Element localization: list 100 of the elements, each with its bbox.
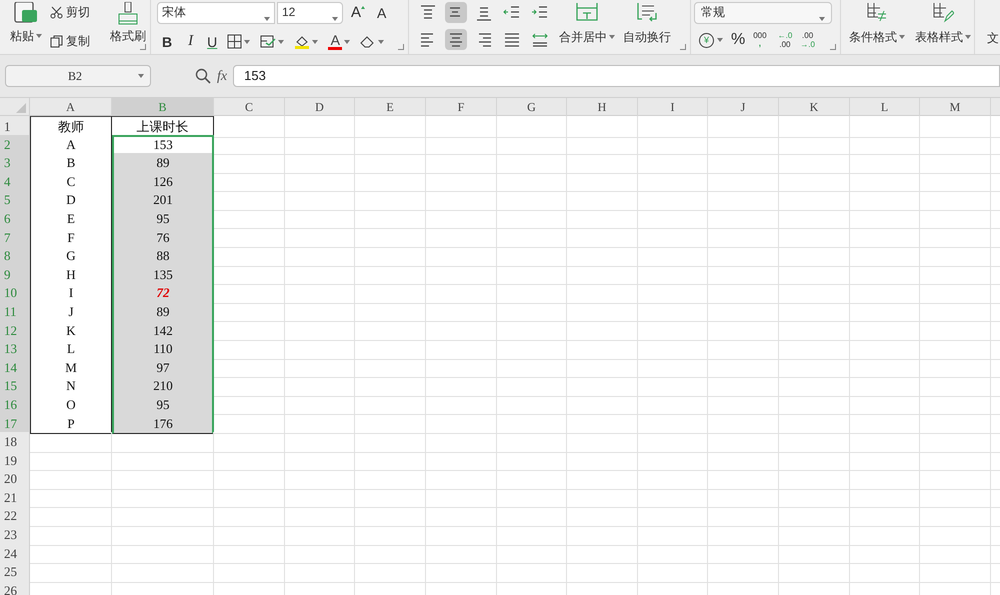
row-header[interactable]: 18 bbox=[0, 432, 30, 453]
empty-cell bbox=[285, 562, 355, 583]
name-box[interactable]: B2 bbox=[5, 65, 151, 87]
column-header[interactable]: K bbox=[779, 98, 850, 116]
empty-cell bbox=[567, 488, 638, 508]
column-header[interactable]: I bbox=[638, 98, 708, 116]
empty-cell bbox=[567, 394, 638, 416]
align-center-icon bbox=[447, 30, 465, 48]
empty-cell bbox=[355, 208, 426, 230]
font-size-select[interactable]: 12 bbox=[277, 2, 343, 24]
dialog-launcher-icon[interactable] bbox=[140, 44, 146, 50]
table-cell: D bbox=[30, 190, 112, 211]
column-header[interactable]: G bbox=[497, 98, 567, 116]
ribbon-button-label[interactable]: 文 bbox=[987, 29, 999, 47]
fill-color-button[interactable] bbox=[294, 34, 318, 50]
bold-button[interactable]: B bbox=[162, 34, 172, 48]
zoom-search-icon[interactable] bbox=[195, 68, 211, 84]
empty-cell bbox=[285, 414, 355, 434]
caret-icon bbox=[312, 40, 318, 44]
empty-cell bbox=[638, 469, 708, 490]
column-header[interactable]: M bbox=[920, 98, 991, 116]
table-cell: 88 bbox=[112, 246, 214, 267]
empty-cell bbox=[708, 469, 779, 490]
format-painter-button[interactable]: 格式刷 bbox=[110, 0, 146, 54]
empty-cell bbox=[355, 302, 426, 322]
column-header[interactable]: H bbox=[567, 98, 638, 116]
empty-cell bbox=[426, 246, 497, 267]
row-header[interactable]: 23 bbox=[0, 525, 30, 546]
empty-cell bbox=[779, 469, 850, 490]
borders-button[interactable] bbox=[227, 34, 250, 49]
align-middle-button[interactable] bbox=[445, 2, 467, 23]
grow-font-button[interactable]: A bbox=[351, 4, 366, 22]
italic-button[interactable]: I bbox=[188, 34, 194, 49]
empty-cell bbox=[285, 488, 355, 508]
row-header[interactable]: 20 bbox=[0, 469, 30, 490]
empty-cell bbox=[850, 264, 920, 286]
thousands-button[interactable]: 000 , bbox=[753, 32, 767, 48]
align-center-button[interactable] bbox=[445, 29, 467, 50]
conditional-format-button[interactable]: 条件格式 bbox=[849, 0, 905, 54]
empty-cell bbox=[850, 376, 920, 397]
function-label[interactable]: fx bbox=[217, 66, 228, 86]
table-cell: 110 bbox=[112, 339, 214, 360]
empty-cell bbox=[426, 228, 497, 248]
wrap-text-button[interactable]: 自动换行 bbox=[623, 0, 671, 54]
number-format-select[interactable]: 常规 bbox=[694, 2, 832, 24]
empty-cell bbox=[779, 283, 850, 304]
empty-cell bbox=[285, 339, 355, 360]
empty-cell bbox=[355, 172, 426, 192]
column-header[interactable]: F bbox=[426, 98, 497, 116]
empty-cell bbox=[708, 394, 779, 416]
empty-cell bbox=[638, 544, 708, 564]
empty-cell bbox=[708, 228, 779, 248]
cut-button[interactable]: 剪切 bbox=[50, 3, 104, 21]
grid-icon bbox=[227, 34, 242, 49]
copy-button[interactable]: 复制 bbox=[50, 32, 104, 50]
empty-cell bbox=[567, 544, 638, 564]
paste-button[interactable]: 粘贴 bbox=[8, 0, 44, 54]
column-header[interactable]: L bbox=[850, 98, 920, 116]
column-header[interactable]: D bbox=[285, 98, 355, 116]
up-mark-icon bbox=[361, 6, 366, 9]
dialog-launcher-icon[interactable] bbox=[398, 44, 404, 50]
empty-cell bbox=[779, 320, 850, 342]
underline-button[interactable]: U bbox=[207, 34, 218, 48]
empty-cell bbox=[214, 506, 285, 527]
dialog-launcher-icon[interactable] bbox=[830, 44, 836, 50]
shrink-font-button[interactable]: A bbox=[377, 4, 386, 22]
caret-icon bbox=[609, 35, 615, 39]
decrease-decimal-button[interactable]: .00 →.0 bbox=[800, 31, 815, 49]
clear-button[interactable] bbox=[360, 34, 384, 48]
dialog-launcher-icon[interactable] bbox=[680, 44, 686, 50]
empty-cell bbox=[638, 414, 708, 434]
font-family-select[interactable]: 宋体 bbox=[157, 2, 275, 24]
empty-cell bbox=[355, 544, 426, 564]
formula-field[interactable]: 153 bbox=[233, 65, 1000, 87]
empty-cell bbox=[567, 469, 638, 490]
cell-format-button[interactable] bbox=[260, 34, 284, 49]
empty-cell bbox=[567, 450, 638, 472]
empty-cell bbox=[779, 116, 850, 138]
empty-cell bbox=[850, 488, 920, 508]
empty-cell bbox=[497, 432, 567, 453]
increase-decimal-button[interactable]: ←.0 .00 bbox=[778, 31, 792, 49]
column-header[interactable]: E bbox=[355, 98, 426, 116]
empty-cell bbox=[214, 469, 285, 490]
row-header[interactable]: 22 bbox=[0, 506, 30, 527]
empty-cell bbox=[779, 246, 850, 267]
empty-cell bbox=[426, 208, 497, 230]
row-header[interactable]: 25 bbox=[0, 562, 30, 583]
column-header[interactable]: C bbox=[214, 98, 285, 116]
merge-center-button[interactable]: 合并居中 bbox=[559, 0, 615, 54]
column-header[interactable]: J bbox=[708, 98, 779, 116]
empty-cell bbox=[355, 264, 426, 286]
empty-cell bbox=[708, 246, 779, 267]
table-style-button[interactable]: 表格样式 bbox=[915, 0, 971, 54]
empty-cell bbox=[708, 264, 779, 286]
empty-cell bbox=[850, 525, 920, 546]
percent-button[interactable]: % bbox=[731, 32, 746, 48]
empty-cell bbox=[426, 488, 497, 508]
row-header[interactable]: 26 bbox=[0, 580, 30, 595]
font-color-button[interactable]: A bbox=[328, 33, 350, 50]
table-cell: J bbox=[30, 302, 112, 322]
